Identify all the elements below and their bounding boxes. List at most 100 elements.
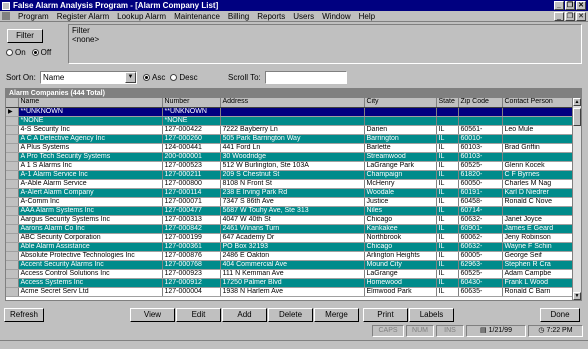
table-row[interactable]: *NONE *NONE — [6, 116, 575, 126]
menu-billing[interactable]: Billing — [224, 12, 253, 21]
column-header-number[interactable]: Number — [162, 98, 221, 108]
menu-help[interactable]: Help — [355, 12, 379, 21]
table-row[interactable]: Absolute Protective Technologies Inc 127-… — [6, 251, 575, 261]
menu-lookup-alarm[interactable]: Lookup Alarm — [113, 12, 170, 21]
table-row[interactable]: A Plus Systems 124-000441 441 Ford Ln Barle… — [6, 143, 575, 153]
sort-select[interactable]: Name ▼ — [40, 71, 137, 84]
merge-button[interactable]: Merge — [314, 308, 359, 322]
row-selector[interactable] — [6, 242, 19, 252]
table-cell: 127-000004 — [162, 287, 221, 297]
table-row[interactable]: AAA Alarm Systems Inc 127-000477 5687 W To… — [6, 206, 575, 216]
chevron-down-icon[interactable]: ▼ — [125, 72, 136, 83]
filter-on-radio[interactable] — [6, 49, 13, 56]
column-header-city[interactable]: City — [364, 98, 437, 108]
menu-window[interactable]: Window — [318, 12, 354, 21]
column-header-contact[interactable]: Contact Person — [502, 98, 575, 108]
table-cell: A Plus Systems — [18, 143, 163, 153]
table-row[interactable]: A-Able Alarm Service 127-000800 8108 N Fro… — [6, 179, 575, 189]
column-header-state[interactable]: State — [436, 98, 459, 108]
done-button[interactable]: Done — [540, 308, 580, 322]
table-row[interactable]: 4-S Security Inc 127-000422 7222 Bayberry … — [6, 125, 575, 135]
scroll-to-input[interactable] — [265, 71, 347, 84]
menu-register-alarm[interactable]: Register Alarm — [53, 12, 113, 21]
table-cell — [502, 206, 575, 216]
menu-reports[interactable]: Reports — [253, 12, 289, 21]
table-row[interactable]: Accent Security Alarms Inc 127-000768 404 … — [6, 260, 575, 270]
row-selector[interactable] — [6, 143, 19, 153]
row-selector[interactable] — [6, 206, 19, 216]
delete-button[interactable]: Delete — [268, 308, 313, 322]
table-row[interactable]: Aargus Security Systems Inc 127-000313 404… — [6, 215, 575, 225]
desc-radio[interactable] — [170, 74, 178, 81]
row-selector[interactable] — [6, 125, 19, 135]
table-row[interactable]: Access Control Solutions Inc 127-000923 11… — [6, 269, 575, 279]
restore-icon[interactable]: ❐ — [565, 1, 575, 10]
table-row[interactable]: A 1 S Alarms Inc 127-000523 512 W Burlingt… — [6, 161, 575, 171]
menu-maintenance[interactable]: Maintenance — [170, 12, 224, 21]
filter-button[interactable]: Filter — [7, 29, 43, 43]
row-selector[interactable] — [6, 269, 19, 279]
add-button[interactable]: Add — [222, 308, 267, 322]
close-icon[interactable]: ✕ — [576, 1, 586, 10]
row-selector[interactable] — [6, 161, 19, 171]
asc-radio[interactable] — [143, 74, 150, 81]
row-selector[interactable] — [6, 179, 19, 189]
menu-program[interactable]: Program — [14, 12, 53, 21]
row-selector[interactable] — [6, 152, 19, 162]
scroll-down-icon[interactable]: ▼ — [573, 292, 581, 300]
table-cell: 60525- — [458, 269, 503, 279]
table-row[interactable]: A Pro Tech Security Systems 200-000001 30 … — [6, 152, 575, 162]
row-selector[interactable] — [6, 197, 19, 207]
table-cell: Able Alarm Assistance — [18, 242, 163, 252]
row-selector[interactable] — [6, 260, 19, 270]
labels-button[interactable]: Labels — [409, 308, 454, 322]
row-selector[interactable] — [6, 251, 19, 261]
child-minimize-icon[interactable]: _ — [554, 12, 564, 21]
row-selector[interactable] — [6, 170, 19, 180]
table-row[interactable]: A-Comm Inc 127-000071 7347 S 86th Ave Justi… — [6, 197, 575, 207]
minimize-icon[interactable]: _ — [554, 1, 564, 10]
table-cell: 505 Park Barrington Way — [220, 134, 365, 144]
table-row[interactable]: Aarons Alarm Co Inc 127-000842 2461 Winans… — [6, 224, 575, 234]
table-row[interactable]: Access Systems Inc 127-000912 17250 Palmer… — [6, 278, 575, 288]
view-button[interactable]: View — [130, 308, 175, 322]
scroll-thumb[interactable] — [573, 108, 581, 126]
menu-users[interactable]: Users — [289, 12, 318, 21]
column-header-zip[interactable]: Zip Code — [458, 98, 503, 108]
row-selector[interactable] — [6, 224, 19, 234]
grid-body: ▶ **UNKNOWN **UNKNOWN *NONE *NONE 4-S Securit… — [6, 107, 575, 297]
scroll-up-icon[interactable]: ▲ — [573, 98, 581, 106]
filter-off-radio[interactable] — [31, 49, 39, 56]
row-selector[interactable] — [6, 233, 19, 243]
table-cell: 60103- — [458, 143, 503, 153]
column-header-address[interactable]: Address — [220, 98, 365, 108]
table-cell: IL — [436, 215, 459, 225]
column-header-name[interactable]: Name — [18, 98, 163, 108]
table-row[interactable]: A-Alert Alarm Company 127-000114 238 E Irv… — [6, 188, 575, 198]
table-row[interactable]: A-1 Alarm Service Inc 127-000211 209 S Che… — [6, 170, 575, 180]
vertical-scrollbar[interactable]: ▲ ▼ — [572, 98, 581, 300]
table-cell: 127-000313 — [162, 215, 221, 225]
row-selector[interactable] — [6, 116, 19, 126]
table-row[interactable]: ▶ **UNKNOWN **UNKNOWN — [6, 107, 575, 117]
refresh-button[interactable]: Refresh — [4, 308, 44, 322]
table-cell: Stephen R Cra — [502, 260, 575, 270]
row-selector[interactable] — [6, 278, 19, 288]
table-cell: 60525- — [458, 161, 503, 171]
edit-button[interactable]: Edit — [176, 308, 221, 322]
child-close-icon[interactable]: ✕ — [576, 12, 586, 21]
table-cell: 200-000001 — [162, 152, 221, 162]
table-row[interactable]: Able Alarm Assistance 127-000361 PO Box 32… — [6, 242, 575, 252]
table-row[interactable]: A C A Detective Agency Inc 127-000260 505 … — [6, 134, 575, 144]
row-selector[interactable] — [6, 188, 19, 198]
document-icon[interactable] — [2, 12, 10, 20]
table-row[interactable]: Acme Secret Serv Ltd 127-000004 1938 N Har… — [6, 287, 575, 297]
print-button[interactable]: Print — [363, 308, 408, 322]
row-selector[interactable] — [6, 287, 19, 297]
table-cell: IL — [436, 143, 459, 153]
table-row[interactable]: ABC Security Corporation 127-000199 647 Ac… — [6, 233, 575, 243]
current-row-arrow-icon[interactable]: ▶ — [6, 107, 19, 117]
row-selector[interactable] — [6, 215, 19, 225]
child-restore-icon[interactable]: ❐ — [565, 12, 575, 21]
row-selector[interactable] — [6, 134, 19, 144]
